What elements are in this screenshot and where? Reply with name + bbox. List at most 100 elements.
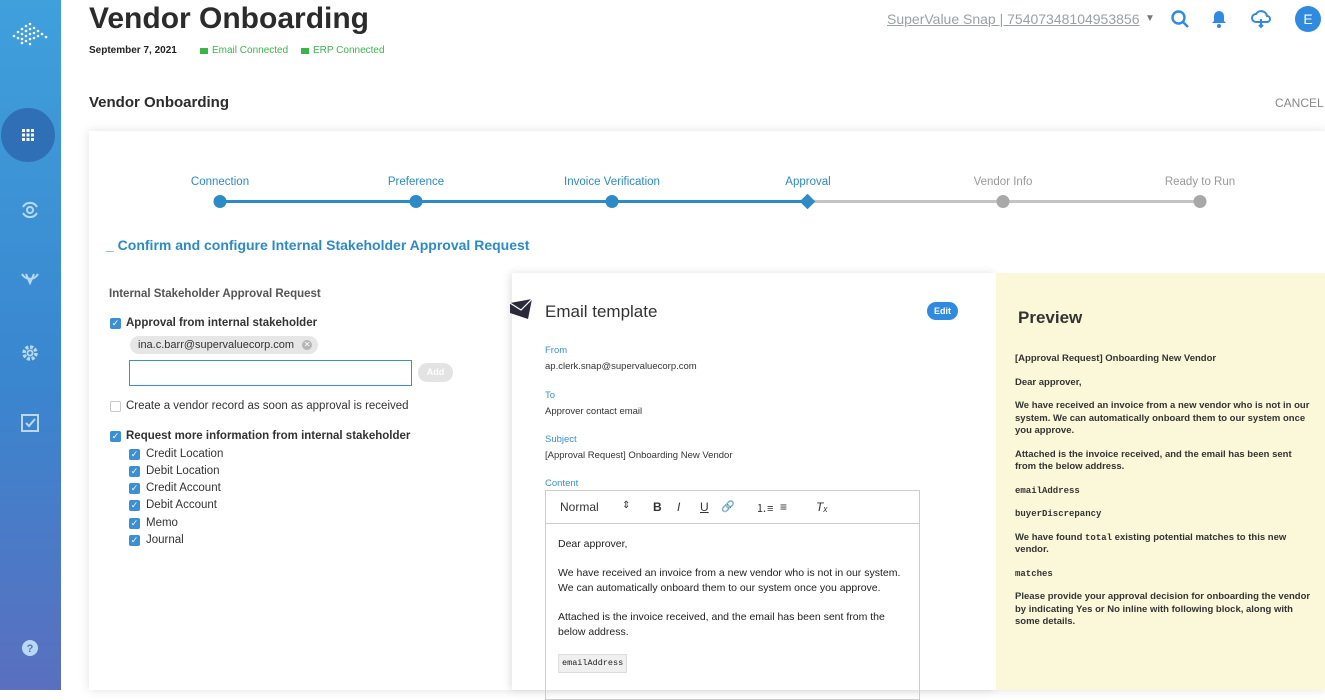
step-preference-label[interactable]: Preference <box>388 176 444 188</box>
credit-location-label: Credit Location <box>146 448 224 460</box>
verify-icon[interactable] <box>18 266 42 290</box>
mail-icon <box>200 47 208 54</box>
link-button[interactable]: 🔗 <box>721 500 735 513</box>
chip-email-text: ina.c.barr@supervaluecorp.com <box>138 339 295 351</box>
preview-matches-paragraph: We have found total existing potential m… <box>1015 532 1311 557</box>
stakeholder-email-chip: ina.c.barr@supervaluecorp.com ✕ <box>130 336 319 354</box>
preview-total-token: total <box>1085 532 1113 543</box>
preview-panel: Preview [Approval Request] Onboarding Ne… <box>996 273 1325 690</box>
body-greeting: Dear approver, <box>558 538 628 550</box>
section-title: Vendor Onboarding <box>89 94 230 111</box>
subject-label: Subject <box>545 434 577 445</box>
erp-status-label: ERP Connected <box>313 45 385 56</box>
step-ready-to-run-label[interactable]: Ready to Run <box>1165 176 1235 188</box>
journal-label: Journal <box>146 534 184 546</box>
request-more-checkbox[interactable]: ✓ <box>110 431 121 442</box>
search-icon[interactable] <box>1169 8 1191 30</box>
gear-icon[interactable] <box>18 341 42 365</box>
journal-checkbox[interactable]: ✓ <box>129 535 140 546</box>
add-button[interactable]: Add <box>418 363 453 382</box>
step-preference-dot[interactable] <box>409 195 423 208</box>
request-more-label: Request more information from internal s… <box>126 430 411 442</box>
stepper-progress-line <box>220 200 810 203</box>
svg-text:?: ? <box>27 643 34 655</box>
preview-paragraph: We have received an invoice from a new v… <box>1015 400 1310 436</box>
clear-format-button[interactable]: Tₓ <box>816 500 828 514</box>
preview-paragraph: Please provide your approval decision fo… <box>1015 591 1311 627</box>
onboarding-card: Connection Preference Invoice Verificati… <box>89 131 1325 700</box>
to-label: To <box>545 390 556 401</box>
subject-value: [Approval Request] Onboarding New Vendor <box>545 450 733 461</box>
preview-greeting: Dear approver, <box>1015 376 1082 388</box>
step-connection-dot[interactable] <box>213 195 227 208</box>
credit-account-checkbox[interactable]: ✓ <box>129 483 140 494</box>
credit-location-checkbox[interactable]: ✓ <box>129 449 140 460</box>
edit-button[interactable]: Edit <box>927 302 958 320</box>
from-value: ap.clerk.snap@supervaluecorp.com <box>545 361 697 372</box>
preview-email-token: emailAddress <box>1015 485 1080 496</box>
approval-checkbox[interactable]: ✓ <box>110 318 121 329</box>
mail-icon <box>301 47 309 54</box>
underline-button[interactable]: U <box>700 500 709 514</box>
create-record-checkbox[interactable] <box>110 401 121 412</box>
debit-account-checkbox[interactable]: ✓ <box>129 500 140 511</box>
step-vendor-info-dot[interactable] <box>996 195 1010 208</box>
email-template-panel: Email template Edit From ap.clerk.snap@s… <box>510 273 996 700</box>
memo-checkbox[interactable]: ✓ <box>129 518 140 529</box>
preview-text: We have found <box>1015 531 1086 543</box>
body-paragraph: We have received an invoice from a new v… <box>558 567 901 594</box>
logo-icon[interactable] <box>10 22 50 46</box>
email-template-title: Email template <box>545 302 658 321</box>
help-icon[interactable]: ? <box>18 636 42 660</box>
chevron-down-icon[interactable]: ▼ <box>1145 13 1155 24</box>
page-title: Vendor Onboarding <box>89 2 370 35</box>
debit-location-checkbox[interactable]: ✓ <box>129 466 140 477</box>
preview-matches-token: matches <box>1015 568 1053 579</box>
stakeholder-email-input[interactable] <box>129 360 412 386</box>
step-invoice-verification-dot[interactable] <box>605 195 619 208</box>
content-editor[interactable]: Normal ⇕ B I U 🔗 ⒈≡ ≡ Tₓ Dear approver, … <box>545 490 920 700</box>
preview-title: Preview <box>1018 308 1083 327</box>
italic-button[interactable]: I <box>677 500 680 514</box>
editor-toolbar: Normal ⇕ B I U 🔗 ⒈≡ ≡ Tₓ <box>546 491 919 524</box>
bell-icon[interactable] <box>1208 8 1230 30</box>
step-approval-current-marker[interactable] <box>799 193 816 210</box>
apps-grid-button[interactable] <box>1 108 55 162</box>
editor-body[interactable]: Dear approver, We have received an invoi… <box>558 537 908 687</box>
account-selector[interactable]: SuperValue Snap | 75407348104953856 <box>887 11 1140 27</box>
ordered-list-button[interactable]: ⒈≡ <box>756 500 773 516</box>
format-select[interactable]: Normal <box>560 500 599 514</box>
preview-body: [Approval Request] Onboarding New Vendor… <box>1015 353 1311 640</box>
close-icon[interactable]: ✕ <box>302 340 313 350</box>
from-label: From <box>545 345 568 356</box>
email-status-label: Email Connected <box>212 45 289 56</box>
cloud-icon[interactable] <box>1250 8 1272 30</box>
step-connection-label[interactable]: Connection <box>191 176 249 188</box>
date-label: September 7, 2021 <box>89 45 177 56</box>
preview-paragraph: Attached is the invoice received, and th… <box>1015 448 1292 473</box>
bullet-list-button[interactable]: ≡ <box>780 500 787 514</box>
email-status: Email Connected <box>200 45 288 56</box>
to-value: Approver contact email <box>545 406 643 417</box>
body-paragraph: Attached is the invoice received, and th… <box>558 611 885 638</box>
format-caret-icon[interactable]: ⇕ <box>622 500 630 511</box>
cancel-button[interactable]: CANCEL <box>1275 96 1324 110</box>
step-ready-to-run-dot[interactable] <box>1193 195 1207 208</box>
approval-label: Approval from internal stakeholder <box>126 317 318 329</box>
checklist-icon[interactable] <box>18 411 42 435</box>
debit-location-label: Debit Location <box>146 465 220 477</box>
form-heading: Internal Stakeholder Approval Request <box>109 288 321 300</box>
credit-account-label: Credit Account <box>146 482 221 494</box>
sync-eye-icon[interactable] <box>18 198 42 222</box>
step-approval-label[interactable]: Approval <box>785 176 830 188</box>
confirm-heading: _ Confirm and configure Internal Stakeho… <box>106 237 530 253</box>
email-address-token: emailAddress <box>558 654 628 673</box>
content-label: Content <box>545 478 579 489</box>
step-vendor-info-label[interactable]: Vendor Info <box>974 176 1033 188</box>
step-invoice-verification-label[interactable]: Invoice Verification <box>564 176 660 188</box>
bold-button[interactable]: B <box>653 500 662 514</box>
apps-grid-icon <box>22 129 34 141</box>
debit-account-label: Debit Account <box>146 499 217 511</box>
preview-discrepancy-token: buyerDiscrepancy <box>1015 509 1102 519</box>
avatar[interactable]: E <box>1295 6 1321 32</box>
